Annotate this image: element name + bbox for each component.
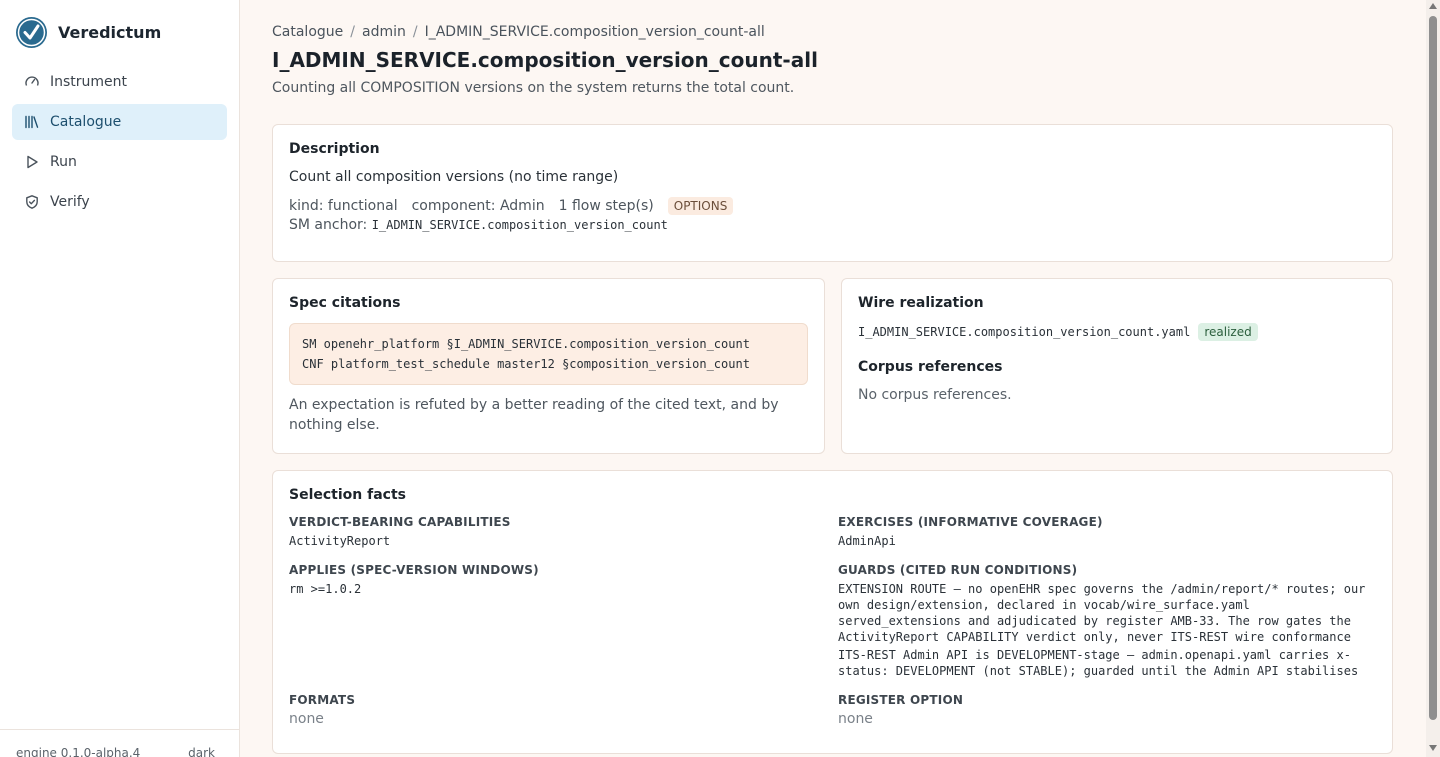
sidebar-item-label: Catalogue [50,114,122,130]
sidebar-item-label: Run [50,154,77,170]
wire-file-row: I_ADMIN_SERVICE.composition_version_coun… [858,323,1376,341]
description-heading: Description [289,141,380,157]
description-card: Description Count all composition versio… [272,124,1393,262]
corpus-references-text: No corpus references. [858,387,1012,403]
breadcrumb: Catalogue / admin / I_ADMIN_SERVICE.comp… [272,24,765,40]
fact-label: APPLIES (SPEC-VERSION WINDOWS) [289,563,539,577]
scrollbar-thumb[interactable] [1429,16,1437,720]
realized-badge: realized [1198,323,1258,341]
citation-line: SM openehr_platform §I_ADMIN_SERVICE.com… [302,337,750,351]
fact-value: ActivityReport [289,534,391,548]
library-icon [24,114,40,130]
fact-value: rm >=1.0.2 [289,582,362,596]
sidebar-item-catalogue[interactable]: Catalogue [12,104,227,140]
fact-label: FORMATS [289,693,356,707]
sidebar-item-label: Verify [50,194,90,210]
guard-item: ITS-REST Admin API is DEVELOPMENT-stage … [838,648,1359,678]
gauge-icon [24,74,40,90]
sidebar-item-verify[interactable]: Verify [12,184,227,220]
fact-value: AdminApi [838,534,896,548]
page-title: I_ADMIN_SERVICE.composition_version_coun… [272,48,818,72]
citation-line: CNF platform_test_schedule master12 §com… [302,357,750,371]
selection-facts-heading: Selection facts [289,487,406,503]
spec-citations-card: Spec citations SM openehr_platform §I_AD… [272,278,825,454]
fact-label: VERDICT-BEARING CAPABILITIES [289,515,511,529]
guard-item: EXTENSION ROUTE — no openEHR spec govern… [838,582,1366,644]
spec-citations-heading: Spec citations [289,295,401,311]
scroll-down-arrow-icon[interactable] [1429,745,1437,751]
shield-check-icon [24,194,40,210]
sm-anchor-value: I_ADMIN_SERVICE.composition_version_coun… [371,218,668,232]
sm-anchor: SM anchor: I_ADMIN_SERVICE.composition_v… [289,217,1376,233]
theme-toggle[interactable]: dark [188,746,215,757]
fact-register-option: REGISTER OPTION none [838,693,1378,727]
sidebar-item-run[interactable]: Run [12,144,227,180]
citations-code-box: SM openehr_platform §I_ADMIN_SERVICE.com… [289,323,808,385]
fact-formats: FORMATS none [289,693,809,727]
citations-note: An expectation is refuted by a better re… [289,397,779,433]
breadcrumb-catalogue[interactable]: Catalogue [272,24,343,40]
fact-label: REGISTER OPTION [838,693,964,707]
app-name: Veredictum [58,22,162,42]
wire-file: I_ADMIN_SERVICE.composition_version_coun… [858,325,1191,339]
corpus-references-heading: Corpus references [858,359,1003,375]
selection-facts-card: Selection facts VERDICT-BEARING CAPABILI… [272,470,1393,754]
sidebar-nav: Instrument Catalogue Run Verify [12,64,227,224]
flow-steps-value: 1 flow step(s) [558,198,654,214]
fact-exercises: EXERCISES (INFORMATIVE COVERAGE) AdminAp… [838,515,1378,549]
description-meta: kind: functional component: Admin 1 flow… [289,197,1376,215]
description-text: Count all composition versions (no time … [289,169,619,185]
fact-guards: GUARDS (CITED RUN CONDITIONS) EXTENSION … [838,563,1378,681]
breadcrumb-admin[interactable]: admin [362,24,406,40]
brand[interactable]: Veredictum [16,16,161,48]
scroll-up-arrow-icon[interactable] [1429,3,1437,9]
component-value: component: Admin [411,198,545,214]
fact-value: none [289,711,324,727]
breadcrumb-separator: / [350,24,355,40]
fact-value: none [838,711,873,727]
sidebar-item-label: Instrument [50,74,128,90]
page-scrollbar[interactable] [1426,0,1440,757]
engine-version: engine 0.1.0-alpha.4 [16,746,141,757]
sidebar-footer: engine 0.1.0-alpha.4 dark [0,729,239,757]
fact-verdict: VERDICT-BEARING CAPABILITIES ActivityRep… [289,515,809,549]
wire-realization-heading: Wire realization [858,295,984,311]
sidebar: Veredictum Instrument Catalogue Run Veri… [0,0,240,757]
sidebar-item-instrument[interactable]: Instrument [12,64,227,100]
fact-applies: APPLIES (SPEC-VERSION WINDOWS) rm >=1.0.… [289,563,809,597]
fact-label: EXERCISES (INFORMATIVE COVERAGE) [838,515,1103,529]
main-content: Catalogue / admin / I_ADMIN_SERVICE.comp… [240,0,1426,757]
wire-realization-card: Wire realization I_ADMIN_SERVICE.composi… [841,278,1393,454]
sm-anchor-label: SM anchor: [289,217,368,233]
page-subtitle: Counting all COMPOSITION versions on the… [272,80,795,96]
check-shield-logo-icon [16,16,47,48]
fact-label: GUARDS (CITED RUN CONDITIONS) [838,563,1078,577]
play-icon [24,154,40,170]
options-badge: OPTIONS [667,197,734,215]
breadcrumb-separator: / [412,24,418,40]
kind-value: kind: functional [289,198,398,214]
breadcrumb-current: I_ADMIN_SERVICE.composition_version_coun… [424,24,765,40]
